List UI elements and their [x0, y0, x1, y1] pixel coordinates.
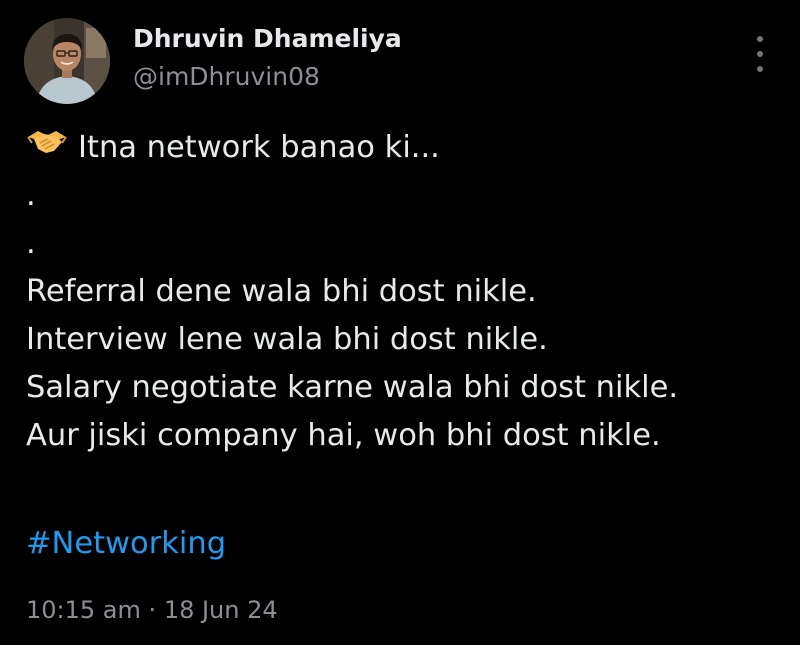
- tweet-timestamp[interactable]: 10:15 am · 18 Jun 24: [26, 596, 278, 624]
- more-options-icon[interactable]: [748, 36, 772, 72]
- avatar[interactable]: [24, 18, 110, 104]
- tweet-card: Dhruvin Dhameliya @imDhruvin08 Itna netw…: [0, 0, 800, 645]
- tweet-dot-line-1: .: [26, 178, 36, 213]
- tweet-line-1: Referral dene wala bhi dost nikle.: [26, 274, 537, 309]
- hashtag-link[interactable]: #Networking: [26, 520, 226, 568]
- meta-separator: ·: [148, 596, 157, 624]
- tweet-lead-line: Itna network banao ki...: [26, 124, 786, 172]
- more-dot-top: [757, 36, 763, 42]
- tweet-line-3: Salary negotiate karne wala bhi dost nik…: [26, 370, 679, 405]
- more-dot-bottom: [757, 66, 763, 72]
- more-dot-middle: [757, 51, 763, 57]
- author-display-name[interactable]: Dhruvin Dhameliya: [133, 24, 402, 53]
- author-handle[interactable]: @imDhruvin08: [133, 62, 320, 91]
- tweet-lead-text: Itna network banao ki...: [78, 130, 440, 165]
- tweet-line-4: Aur jiski company hai, woh bhi dost nikl…: [26, 418, 661, 453]
- tweet-line-2: Interview lene wala bhi dost nikle.: [26, 322, 548, 357]
- handshake-icon: [26, 124, 68, 172]
- tweet-dot-line-2: .: [26, 226, 36, 261]
- tweet-date: 18 Jun 24: [163, 596, 278, 624]
- tweet-body: Itna network banao ki... . . Referral de…: [26, 124, 786, 460]
- tweet-time: 10:15 am: [26, 596, 141, 624]
